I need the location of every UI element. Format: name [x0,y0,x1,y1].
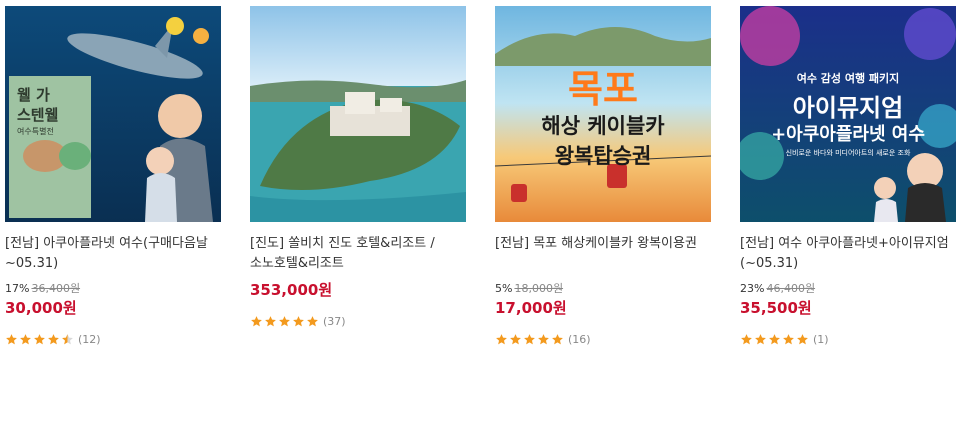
overlay-line1: 목포 [568,67,638,111]
sale-price: 30,000원 [5,299,77,317]
discount-rate: 17% [5,282,30,295]
star-icon [797,333,808,344]
sale-price: 17,000원 [495,299,567,317]
star-icon [6,333,17,344]
star-icon [293,315,304,326]
star-icon [538,333,549,344]
overlay-line3: 왕복탑승권 [554,144,652,168]
overlay-line3: +아쿠아플라넷 여수 [771,124,925,145]
star-icon [34,333,45,344]
original-price: 18,000원 [514,282,564,295]
overlay-line1: 여수 감성 여행 패키지 [796,72,900,85]
star-icon [251,315,262,326]
sale-price: 353,000원 [250,281,333,299]
review-count: (37) [323,314,346,328]
star-icon [741,333,752,344]
product-card[interactable]: 웰 가 스텐웰 여수특별전 [전남] 아쿠아플라넷 여수(구매다음날~05.31… [5,6,221,346]
product-title[interactable]: [전남] 아쿠아플라넷 여수(구매다음날~05.31) [5,234,221,274]
star-icon [552,333,563,344]
original-price: 36,400원 [31,282,81,295]
island-resort-image [250,6,466,222]
rating: (16) [495,332,711,346]
product-title[interactable]: [진도] 쏠비치 진도 호텔&리조트 / 소노호텔&리조트 [250,234,466,274]
star-icon [48,333,59,344]
rating: (1) [740,332,956,346]
overlay-line2: 아이뮤지엄 [792,94,904,122]
star-icon [510,333,521,344]
star-icon [783,333,794,344]
discount-rate: 23% [740,282,765,295]
product-card[interactable]: 여수 감성 여행 패키지 아이뮤지엄 +아쿠아플라넷 여수 신비로운 바다와 미… [740,6,956,346]
rating: (37) [250,314,466,328]
overlay-line1: 웰 가 [17,86,50,104]
product-grid: 웰 가 스텐웰 여수특별전 [전남] 아쿠아플라넷 여수(구매다음날~05.31… [0,0,966,433]
review-count: (1) [813,332,829,346]
overlay-line2: 해상 케이블카 [541,114,665,138]
star-icon [279,315,290,326]
star-icon [769,333,780,344]
star-icon [524,333,535,344]
discount-row: 23% 46,400원 [740,280,956,298]
star-icon [20,333,31,344]
product-card[interactable]: [진도] 쏠비치 진도 호텔&리조트 / 소노호텔&리조트 353,000원 (… [250,6,466,328]
product-title[interactable]: [전남] 목포 해상케이블카 왕복이용권 [495,234,711,274]
star-icon [755,333,766,344]
product-title[interactable]: [전남] 여수 아쿠아플라넷+아이뮤지엄 (~05.31) [740,234,956,274]
overlay-line2: 스텐웰 [17,106,59,124]
overlay-line4: 신비로운 바다와 미디어아트의 새로운 조화 [785,149,911,157]
discount-row: 5% 18,000원 [495,280,711,298]
rating: (12) [5,332,221,346]
overlay-line3: 여수특별전 [17,127,54,136]
sale-price: 35,500원 [740,299,812,317]
original-price: 46,400원 [766,282,816,295]
star-icon [496,333,507,344]
discount-row: 17% 36,400원 [5,280,221,298]
product-image[interactable] [250,6,466,222]
review-count: (16) [568,332,591,346]
star-icon [265,315,276,326]
star-icon [62,333,73,344]
review-count: (12) [78,332,101,346]
star-icon [307,315,318,326]
discount-rate: 5% [495,282,513,295]
product-image[interactable]: 목포 해상 케이블카 왕복탑승권 [495,6,711,222]
product-card[interactable]: 목포 해상 케이블카 왕복탑승권 [전남] 목포 해상케이블카 왕복이용권 5%… [495,6,711,346]
product-image[interactable]: 여수 감성 여행 패키지 아이뮤지엄 +아쿠아플라넷 여수 신비로운 바다와 미… [740,6,956,222]
product-image[interactable]: 웰 가 스텐웰 여수특별전 [5,6,221,222]
